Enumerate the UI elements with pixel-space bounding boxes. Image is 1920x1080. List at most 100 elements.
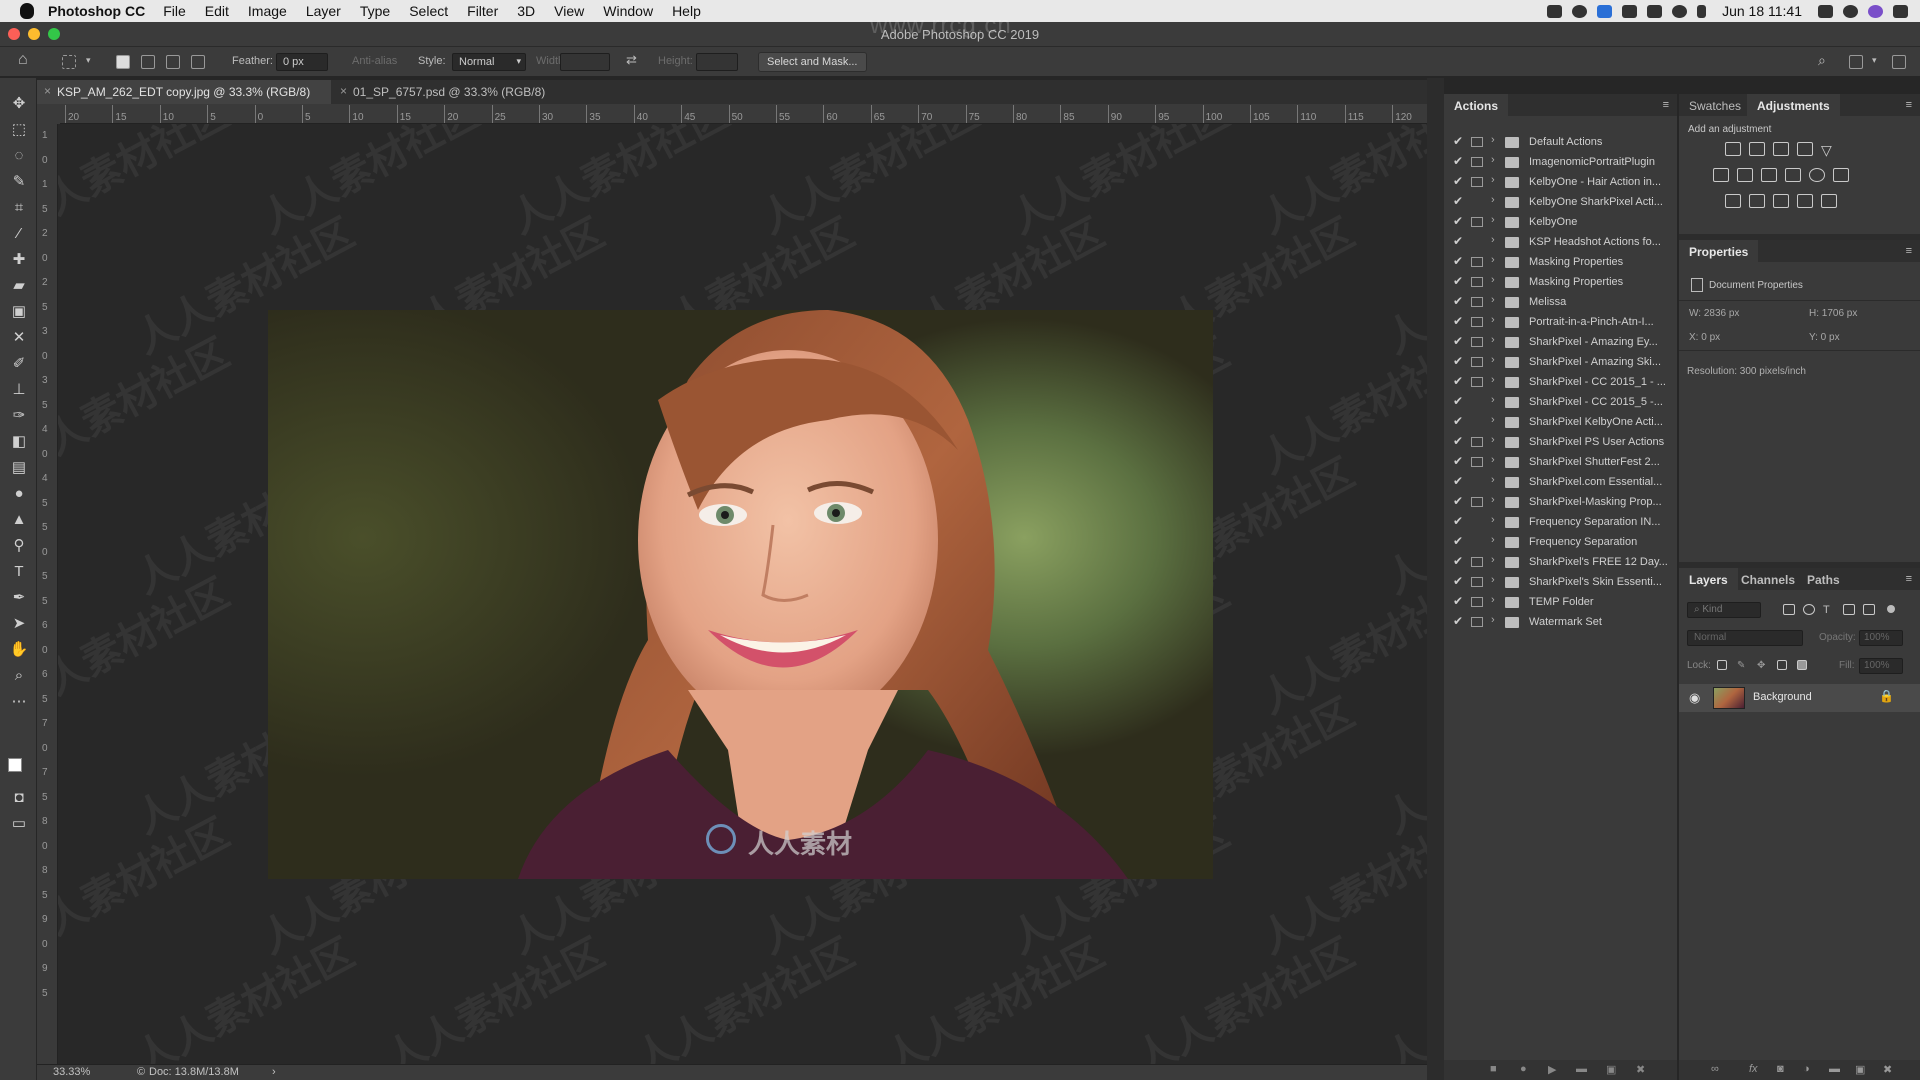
quick-mask-icon[interactable]: ◘ <box>10 788 28 806</box>
action-set-row[interactable]: ✔ › SharkPixel - Amazing Ski... <box>1444 352 1676 372</box>
tab-channels[interactable]: Channels <box>1731 568 1805 590</box>
toggle-checkmark-icon[interactable]: ✔ <box>1453 234 1463 248</box>
toggle-checkmark-icon[interactable]: ✔ <box>1453 334 1463 348</box>
disclosure-arrow-icon[interactable]: › <box>1491 434 1495 446</box>
tab-document-1[interactable]: × KSP_AM_262_EDT copy.jpg @ 33.3% (RGB/8… <box>37 80 331 104</box>
zoom-tool-icon[interactable]: ⌕ <box>10 666 28 684</box>
height-value[interactable]: H: 1706 px <box>1809 308 1857 319</box>
x-value[interactable]: X: 0 px <box>1689 332 1720 343</box>
action-set-row[interactable]: ✔ › KelbyOne SharkPixel Acti... <box>1444 192 1676 212</box>
tab-properties[interactable]: Properties <box>1679 240 1759 262</box>
levels-icon[interactable] <box>1749 142 1765 156</box>
action-set-row[interactable]: ✔ › SharkPixel PS User Actions <box>1444 432 1676 452</box>
wifi-icon[interactable] <box>1818 4 1833 18</box>
intersect-selection-icon[interactable] <box>191 55 205 69</box>
brush-tool-icon[interactable]: ✐ <box>10 354 28 372</box>
link-layers-icon[interactable]: ∞ <box>1711 1063 1719 1075</box>
spotlight-search-icon[interactable] <box>1843 4 1858 18</box>
width-value[interactable]: W: 2836 px <box>1689 308 1739 319</box>
toggle-checkmark-icon[interactable]: ✔ <box>1453 314 1463 328</box>
action-set-row[interactable]: ✔ › SharkPixel's Skin Essenti... <box>1444 572 1676 592</box>
subtract-selection-icon[interactable] <box>166 55 180 69</box>
toggle-checkmark-icon[interactable]: ✔ <box>1453 574 1463 588</box>
dialog-toggle-icon[interactable] <box>1471 457 1483 467</box>
exposure-icon[interactable] <box>1797 142 1813 156</box>
content-aware-move-tool-icon[interactable]: ✕ <box>10 328 28 346</box>
disclosure-arrow-icon[interactable]: › <box>1491 334 1495 346</box>
action-set-row[interactable]: ✔ › SharkPixel - CC 2015_5 -... <box>1444 392 1676 412</box>
menu-3d[interactable]: 3D <box>517 3 535 19</box>
disclosure-arrow-icon[interactable]: › <box>1491 574 1495 586</box>
toggle-checkmark-icon[interactable]: ✔ <box>1453 434 1463 448</box>
tab-paths[interactable]: Paths <box>1797 568 1850 590</box>
visibility-eye-icon[interactable]: ◉ <box>1689 690 1700 706</box>
sharpen-tool-icon[interactable]: ▲ <box>10 510 28 528</box>
dialog-toggle-icon[interactable] <box>1471 437 1483 447</box>
dropbox-icon[interactable] <box>1622 4 1638 18</box>
disclosure-arrow-icon[interactable]: › <box>1491 594 1495 606</box>
app-menu[interactable]: Photoshop CC <box>48 3 145 19</box>
disclosure-arrow-icon[interactable]: › <box>1491 294 1495 306</box>
spot-healing-tool-icon[interactable]: ✚ <box>10 250 28 268</box>
action-set-row[interactable]: ✔ › Watermark Set <box>1444 612 1676 632</box>
disclosure-arrow-icon[interactable]: › <box>1491 134 1495 146</box>
quick-selection-tool-icon[interactable]: ✎ <box>10 172 28 190</box>
action-set-row[interactable]: ✔ › Default Actions <box>1444 132 1676 152</box>
teamviewer-icon[interactable] <box>1597 4 1613 18</box>
evernote-icon[interactable] <box>1647 4 1663 18</box>
search-icon[interactable]: ⌕ <box>1818 52 1826 69</box>
dialog-toggle-icon[interactable] <box>1471 157 1483 167</box>
dodge-tool-icon[interactable]: ⚲ <box>10 536 28 554</box>
invert-icon[interactable] <box>1725 194 1741 208</box>
menu-clock[interactable]: Jun 18 11:41 <box>1722 3 1802 19</box>
chevron-right-icon[interactable]: › <box>272 1066 276 1078</box>
toggle-checkmark-icon[interactable]: ✔ <box>1453 534 1463 548</box>
disclosure-arrow-icon[interactable]: › <box>1491 314 1495 326</box>
feather-input[interactable]: 0 px <box>276 53 328 71</box>
filter-pixel-icon[interactable] <box>1783 604 1795 615</box>
action-set-row[interactable]: ✔ › SharkPixel.com Essential... <box>1444 472 1676 492</box>
height-input[interactable] <box>696 53 738 71</box>
crop-tool-icon[interactable]: ⌗ <box>10 198 28 216</box>
toggle-checkmark-icon[interactable]: ✔ <box>1453 554 1463 568</box>
layer-filter-kind[interactable]: ⌕ Kind <box>1687 602 1761 618</box>
move-tool-icon[interactable]: ✥ <box>10 94 28 112</box>
delete-layer-icon[interactable]: ✖ <box>1883 1063 1892 1076</box>
blend-mode-select[interactable]: Normal <box>1687 630 1803 646</box>
panel-menu-icon[interactable]: ≡ <box>1906 99 1912 111</box>
delete-icon[interactable]: ✖ <box>1636 1063 1645 1076</box>
stop-icon[interactable]: ■ <box>1490 1063 1497 1075</box>
lock-image-icon[interactable]: ✎ <box>1737 660 1747 671</box>
document-canvas[interactable]: 人人素材社区 人人素材社区 人人素材社区 人人素材社区 人人素材社区 人人素材社区 人人素材… <box>58 124 1427 1064</box>
time-machine-icon[interactable] <box>1672 4 1688 18</box>
rectangular-marquee-tool-icon[interactable]: ⬚ <box>10 120 28 138</box>
chevron-down-icon[interactable]: ▾ <box>1872 55 1877 66</box>
action-set-row[interactable]: ✔ › TEMP Folder <box>1444 592 1676 612</box>
disclosure-arrow-icon[interactable]: › <box>1491 254 1495 266</box>
tab-swatches[interactable]: Swatches <box>1679 94 1751 116</box>
menu-select[interactable]: Select <box>409 3 448 19</box>
patch-tool-icon[interactable]: ▣ <box>10 302 28 320</box>
toggle-checkmark-icon[interactable]: ✔ <box>1453 594 1463 608</box>
hue-saturation-icon[interactable] <box>1713 168 1729 182</box>
action-set-row[interactable]: ✔ › KelbyOne - Hair Action in... <box>1444 172 1676 192</box>
tab-adjustments[interactable]: Adjustments <box>1747 94 1840 116</box>
clone-stamp-tool-icon[interactable]: ⊥ <box>10 380 28 398</box>
screen-mode-icon[interactable]: ▭ <box>10 814 28 832</box>
doc-size[interactable]: Doc: 13.8M/13.8M <box>149 1066 239 1078</box>
apple-menu-icon[interactable] <box>20 3 34 19</box>
adjustment-layer-icon[interactable]: ◑ <box>1803 1063 1810 1075</box>
toggle-checkmark-icon[interactable]: ✔ <box>1453 154 1463 168</box>
lock-transparent-icon[interactable] <box>1717 660 1727 670</box>
add-mask-icon[interactable]: ◙ <box>1777 1063 1784 1075</box>
action-set-row[interactable]: ✔ › Masking Properties <box>1444 272 1676 292</box>
disclosure-arrow-icon[interactable]: › <box>1491 554 1495 566</box>
gradient-map-icon[interactable] <box>1797 194 1813 208</box>
marquee-preset-icon[interactable] <box>62 55 76 69</box>
creative-cloud-icon[interactable] <box>1572 4 1588 18</box>
screen-record-icon[interactable] <box>1547 4 1563 18</box>
toggle-checkmark-icon[interactable]: ✔ <box>1453 474 1463 488</box>
pen-tool-icon[interactable]: ✒ <box>10 588 28 606</box>
chevron-down-icon[interactable]: ▾ <box>86 55 91 66</box>
black-white-icon[interactable] <box>1761 168 1777 182</box>
